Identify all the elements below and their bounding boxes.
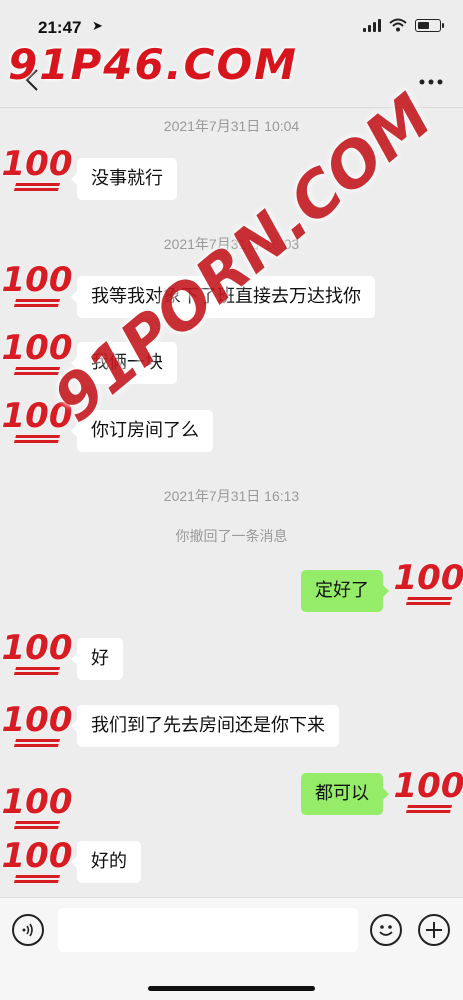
avatar-emoji: 100 [1, 260, 73, 300]
avatar-emoji: 100 [393, 558, 463, 598]
battery-icon [415, 18, 444, 32]
message-bubble-received[interactable]: 好的 [71, 841, 141, 883]
my-avatar[interactable]: 100 [394, 760, 463, 822]
message-input[interactable] [58, 908, 358, 952]
avatar[interactable]: 100 [2, 776, 73, 838]
more-icon [419, 79, 443, 85]
message-bubble-received[interactable]: 没事就行 [71, 158, 177, 200]
avatar-emoji: 100 [1, 782, 73, 822]
avatar-emoji: 100 [393, 766, 463, 806]
message-bubble-sent[interactable]: 都可以 [301, 773, 389, 815]
message-bubble-received[interactable]: 我们到了先去房间还是你下来 [71, 705, 339, 747]
status-indicators [363, 18, 444, 32]
plus-icon [426, 922, 442, 938]
voice-button[interactable] [12, 914, 44, 946]
avatar-emoji: 100 [1, 836, 73, 876]
message-bubble-sent[interactable]: 定好了 [301, 570, 389, 612]
emoji-icon [379, 925, 393, 936]
voice-icon [22, 923, 33, 937]
avatar[interactable]: 100 [2, 254, 73, 316]
avatar[interactable]: 100 [2, 138, 73, 200]
plus-button[interactable] [418, 914, 450, 946]
avatar[interactable]: 100 [2, 622, 73, 684]
avatar[interactable]: 100 [2, 694, 73, 756]
status-time: 21:47 [38, 18, 82, 37]
avatar-emoji: 100 [1, 700, 73, 740]
avatar-emoji: 100 [1, 628, 73, 668]
my-avatar[interactable]: 100 [394, 552, 463, 614]
signal-icon [363, 18, 381, 32]
timestamp: 2021年7月31日 16:13 [163, 488, 300, 504]
more-button[interactable] [415, 68, 447, 96]
emoji-button[interactable] [370, 914, 402, 946]
location-arrow-icon: ➤ [92, 19, 103, 34]
battery-level [418, 21, 429, 29]
wifi-icon [389, 18, 407, 32]
avatar-emoji: 100 [1, 144, 73, 184]
message-bubble-received[interactable]: 好 [71, 638, 123, 680]
system-message: 你撤回了一条消息 [175, 528, 288, 544]
input-bar [0, 897, 463, 1000]
avatar[interactable]: 100 [2, 830, 73, 892]
watermark-logo: 91P46.COM [8, 40, 298, 89]
home-indicator [148, 986, 315, 991]
